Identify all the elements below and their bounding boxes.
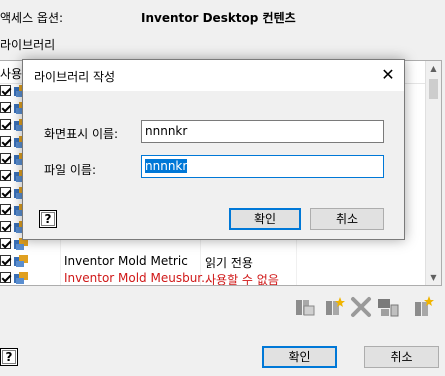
dialog-titlebar: 라이브러리 작성 ✕ [23,60,404,91]
file-name-label: 파일 이름: [44,163,97,177]
use-checkbox[interactable] [0,238,11,249]
dialog-title: 라이브러리 작성 [34,70,116,84]
scroll-thumb[interactable] [429,79,438,99]
use-checkbox[interactable] [0,187,11,198]
library-properties-icon[interactable] [293,295,317,319]
use-checkbox[interactable] [0,85,11,96]
library-access: 읽기 전용 [205,256,253,270]
library-name: Inventor Mold Meusbur... [64,271,213,285]
column-header-use[interactable]: 사용 [0,65,22,82]
file-name-selected-text: nnnnkr [145,159,188,173]
display-name-input[interactable]: nnnnkr [141,120,384,143]
delete-library-icon[interactable] [349,295,373,319]
use-checkbox[interactable] [0,272,11,283]
library-access: 사용할 수 없음 [205,273,279,286]
migrate-library-icon[interactable] [376,295,400,319]
library-icon [14,255,28,267]
column-divider [296,270,297,285]
list-item[interactable]: Inventor Mold Meusbur... 사용할 수 없음 [0,270,426,286]
dialog-ok-button[interactable]: 확인 [229,208,301,230]
close-icon[interactable]: ✕ [376,64,400,86]
list-item[interactable]: Inventor Mold Metric 읽기 전용 [0,253,426,270]
library-section-label: 라이브러리 [0,38,56,52]
use-checkbox[interactable] [0,102,11,113]
display-name-label: 화면표시 이름: [44,127,119,141]
use-checkbox[interactable] [0,136,11,147]
use-checkbox[interactable] [0,204,11,215]
cancel-button[interactable]: 취소 [364,346,439,368]
dialog-cancel-button[interactable]: 취소 [310,208,384,230]
use-checkbox[interactable] [0,170,11,181]
scroll-up-arrow-icon[interactable]: ▲ [426,61,441,76]
create-library-icon[interactable] [322,295,346,319]
library-name: Inventor Mold Metric [64,254,188,268]
ok-button[interactable]: 확인 [262,346,337,368]
use-checkbox[interactable] [0,119,11,130]
use-checkbox[interactable] [0,221,11,232]
dialog-help-button[interactable]: ? [39,210,57,228]
help-button[interactable]: ? [0,348,18,366]
access-options-label: 액세스 옵션: [0,11,64,25]
scroll-down-arrow-icon[interactable]: ▼ [426,270,441,285]
use-checkbox[interactable] [0,255,11,266]
column-divider [60,253,61,270]
use-checkbox[interactable] [0,153,11,164]
column-divider [296,253,297,270]
create-library-dialog: 라이브러리 작성 ✕ 화면표시 이름: nnnnkr 파일 이름: nnnnkr… [22,59,405,240]
file-name-input[interactable]: nnnnkr [141,155,384,178]
content-title: Inventor Desktop 컨텐츠 [141,11,296,25]
library-icon [14,272,28,284]
column-divider [200,253,201,270]
add-library-icon[interactable] [412,295,436,319]
column-divider [60,270,61,285]
list-scrollbar[interactable]: ▲ ▼ [425,61,441,285]
